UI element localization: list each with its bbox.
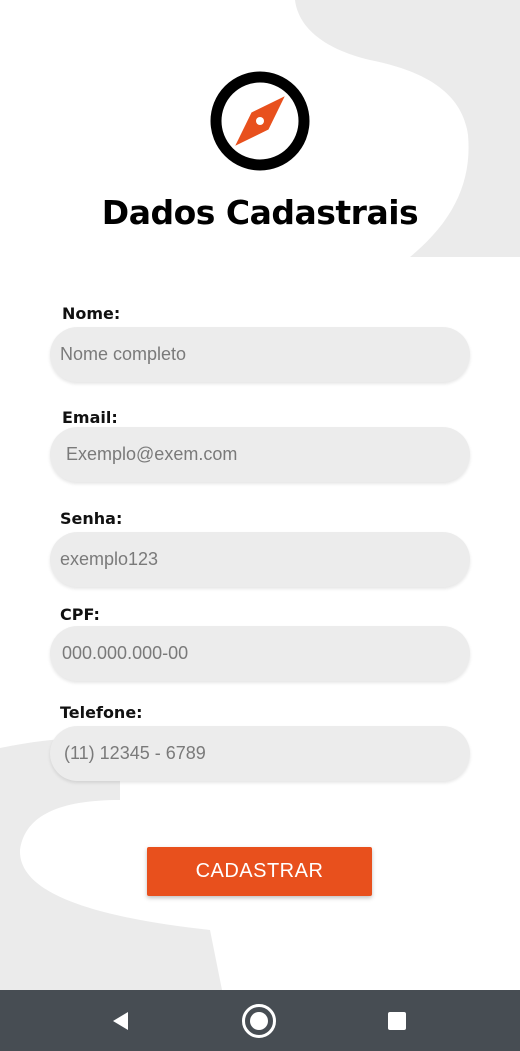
name-input[interactable]: Nome completo bbox=[50, 327, 470, 382]
page-title: Dados Cadastrais bbox=[101, 193, 419, 232]
recents-button[interactable] bbox=[367, 990, 427, 1051]
name-placeholder: Nome completo bbox=[60, 344, 187, 364]
name-label: Nome: bbox=[62, 304, 121, 323]
email-label: Email: bbox=[62, 408, 118, 427]
email-input[interactable]: Exemplo@exem.com bbox=[50, 427, 470, 482]
back-button[interactable] bbox=[90, 990, 150, 1051]
compass-icon bbox=[210, 71, 310, 171]
cpf-input[interactable]: 000.000.000-00 bbox=[50, 626, 470, 681]
password-label: Senha: bbox=[60, 509, 123, 528]
password-placeholder: exemplo123 bbox=[60, 549, 159, 569]
home-button[interactable] bbox=[229, 990, 289, 1051]
register-button[interactable]: CADASTRAR bbox=[147, 847, 372, 896]
recents-icon bbox=[388, 1011, 406, 1030]
back-icon bbox=[113, 1011, 128, 1030]
phone-placeholder: (11) 12345 - 6789 bbox=[64, 743, 206, 763]
system-nav-bar bbox=[0, 990, 520, 1051]
phone-input[interactable]: (11) 12345 - 6789 bbox=[50, 726, 470, 781]
cpf-placeholder: 000.000.000-00 bbox=[62, 643, 189, 663]
email-placeholder: Exemplo@exem.com bbox=[66, 444, 238, 464]
password-input[interactable]: exemplo123 bbox=[50, 532, 470, 587]
home-icon bbox=[242, 1003, 276, 1038]
phone-label: Telefone: bbox=[60, 703, 143, 722]
cpf-label: CPF: bbox=[60, 605, 100, 624]
